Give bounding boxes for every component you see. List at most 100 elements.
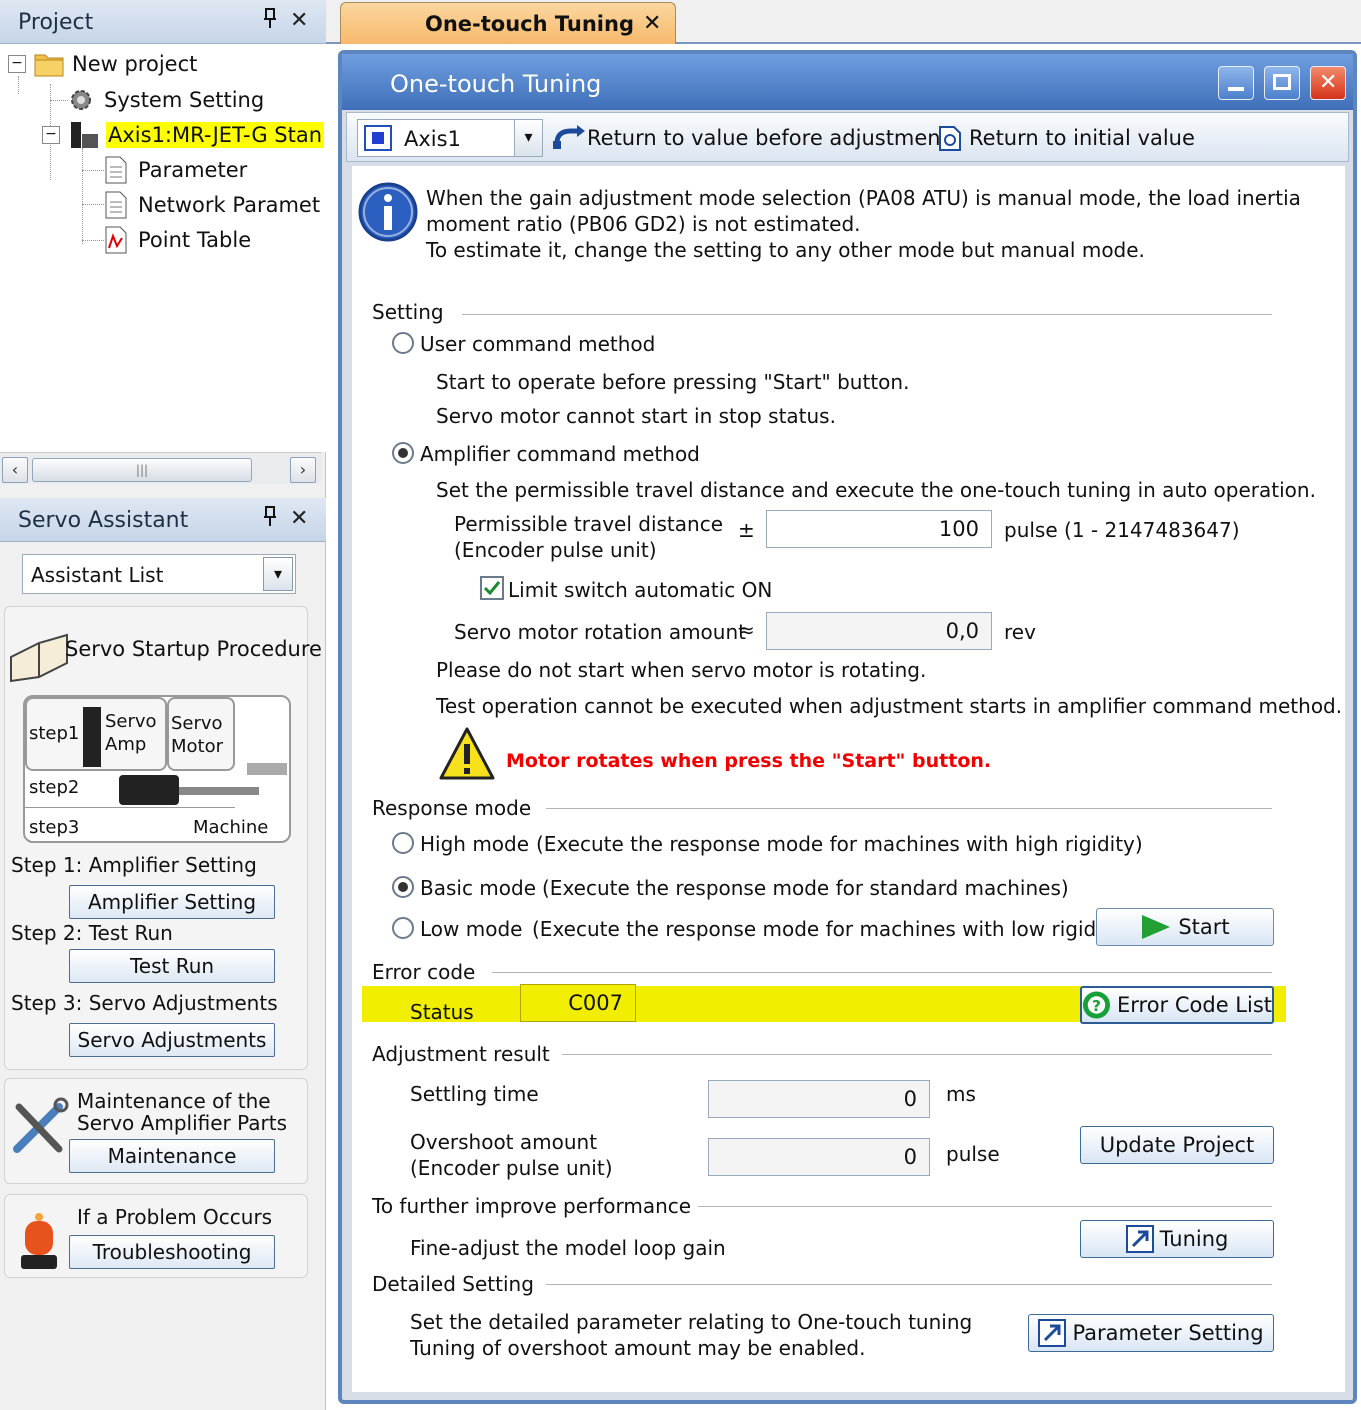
play-icon bbox=[1142, 915, 1171, 939]
return-before-label: Return to value before adjustment bbox=[587, 126, 949, 150]
basic-mode-radio[interactable] bbox=[392, 876, 414, 898]
maintenance-button[interactable]: Maintenance bbox=[69, 1139, 275, 1173]
window-close-icon[interactable]: ✕ bbox=[1310, 66, 1346, 100]
servo-motor-graphic bbox=[119, 775, 179, 805]
tree-item-point-table[interactable]: Point Table bbox=[104, 224, 251, 256]
diagram-step2: step2 bbox=[29, 777, 80, 798]
pin-icon[interactable] bbox=[262, 506, 278, 533]
user-command-radio[interactable] bbox=[392, 332, 414, 354]
low-mode-label[interactable]: Low mode bbox=[420, 919, 522, 939]
collapse-icon[interactable]: − bbox=[8, 55, 26, 73]
chevron-down-icon[interactable]: ▾ bbox=[514, 120, 542, 156]
tree-item-system-setting[interactable]: System Setting bbox=[66, 84, 264, 116]
scroll-thumb[interactable]: ||| bbox=[32, 458, 252, 482]
basic-mode-desc: (Execute the response mode for standard … bbox=[542, 876, 1069, 900]
axis-icon bbox=[364, 125, 392, 151]
machine-graphic bbox=[247, 763, 287, 775]
limit-switch-checkbox[interactable] bbox=[480, 576, 504, 600]
project-panel-header: Project ✕ bbox=[0, 0, 326, 44]
settling-time-unit: ms bbox=[946, 1082, 976, 1106]
tree-item-label: Network Paramet bbox=[138, 193, 321, 217]
amplifier-command-radio[interactable] bbox=[392, 442, 414, 464]
rotation-amount-field: 0,0 bbox=[766, 612, 992, 650]
tree-item-network-parameter[interactable]: Network Paramet bbox=[104, 189, 320, 221]
test-run-button[interactable]: Test Run bbox=[69, 949, 275, 983]
tree-item-parameter[interactable]: Parameter bbox=[104, 154, 247, 186]
servo-adjustments-button[interactable]: Servo Adjustments bbox=[69, 1023, 275, 1057]
tab-one-touch-tuning[interactable]: One-touch Tuning ✕ bbox=[340, 2, 676, 44]
open-link-icon bbox=[1038, 1319, 1067, 1347]
reset-icon bbox=[939, 126, 961, 151]
parameter-setting-button[interactable]: Parameter Setting bbox=[1028, 1314, 1274, 1352]
tuning-button[interactable]: Tuning bbox=[1080, 1220, 1274, 1258]
assistant-list-dropdown[interactable]: Assistant List ▾ bbox=[22, 554, 296, 594]
user-command-desc-1: Start to operate before pressing "Start"… bbox=[436, 370, 910, 394]
return-before-adjustment-button[interactable]: Return to value before adjustment bbox=[553, 119, 949, 157]
amplifier-setting-button[interactable]: Amplifier Setting bbox=[69, 885, 275, 919]
chevron-down-icon[interactable]: ▾ bbox=[263, 557, 293, 591]
high-mode-radio[interactable] bbox=[392, 832, 414, 854]
plusminus-sign: ± bbox=[738, 518, 755, 542]
detailed-desc-1: Set the detailed parameter relating to O… bbox=[410, 1310, 973, 1334]
horizontal-scrollbar[interactable]: ‹ ||| › bbox=[0, 452, 322, 484]
folder-icon bbox=[34, 54, 64, 77]
low-mode-radio[interactable] bbox=[392, 917, 414, 939]
limit-switch-label[interactable]: Limit switch automatic ON bbox=[508, 580, 772, 600]
update-project-button[interactable]: Update Project bbox=[1080, 1126, 1274, 1164]
high-mode-desc: (Execute the response mode for machines … bbox=[536, 832, 1143, 856]
basic-mode-label[interactable]: Basic mode bbox=[420, 878, 536, 898]
travel-distance-label-2: (Encoder pulse unit) bbox=[454, 538, 657, 562]
overshoot-unit: pulse bbox=[946, 1142, 1000, 1166]
axis-select-value: Axis1 bbox=[404, 127, 461, 151]
problem-section: If a Problem Occurs Troubleshooting bbox=[4, 1194, 308, 1278]
error-code-list-button[interactable]: ? Error Code List bbox=[1080, 986, 1274, 1024]
tab-close-icon[interactable]: ✕ bbox=[643, 13, 661, 35]
start-button[interactable]: Start bbox=[1096, 908, 1274, 946]
setting-header: Setting bbox=[372, 300, 444, 324]
tree-item-label: Axis1:MR-JET-G Stan bbox=[106, 122, 325, 148]
start-button-label: Start bbox=[1178, 915, 1230, 939]
svg-text:?: ? bbox=[1092, 997, 1101, 1015]
troubleshooting-button[interactable]: Troubleshooting bbox=[69, 1235, 275, 1269]
travel-distance-input[interactable]: 100 bbox=[766, 510, 992, 548]
pin-icon[interactable] bbox=[262, 8, 278, 35]
diagram-servo-motor: Servo Motor bbox=[171, 713, 224, 757]
gear-icon bbox=[71, 90, 91, 110]
amplifier-command-label[interactable]: Amplifier command method bbox=[420, 444, 700, 464]
user-command-desc-2: Servo motor cannot start in stop status. bbox=[436, 404, 836, 428]
collapse-icon[interactable]: − bbox=[42, 126, 60, 144]
detailed-desc-2: Tuning of overshoot amount may be enable… bbox=[410, 1336, 866, 1360]
scroll-left-icon[interactable]: ‹ bbox=[2, 457, 28, 483]
overshoot-label-2: (Encoder pulse unit) bbox=[410, 1156, 613, 1180]
maintenance-section: Maintenance of the Servo Amplifier Parts… bbox=[4, 1078, 308, 1184]
diagram-servo-amp: Servo Amp bbox=[105, 711, 157, 755]
detailed-setting-header: Detailed Setting bbox=[372, 1272, 534, 1296]
settling-time-label: Settling time bbox=[410, 1082, 539, 1106]
axis-select[interactable]: Axis1 ▾ bbox=[357, 119, 543, 157]
window-titlebar: One-touch Tuning ✕ bbox=[342, 54, 1353, 110]
overshoot-label-1: Overshoot amount bbox=[410, 1130, 598, 1154]
high-mode-label[interactable]: High mode bbox=[420, 834, 529, 854]
tree-item-new-project[interactable]: − New project bbox=[8, 48, 197, 80]
alarm-light-icon bbox=[21, 1213, 57, 1269]
close-icon[interactable]: ✕ bbox=[290, 506, 308, 531]
close-icon[interactable]: ✕ bbox=[290, 8, 308, 33]
maximize-icon[interactable] bbox=[1264, 66, 1300, 100]
rotation-amount-unit: rev bbox=[1004, 620, 1036, 644]
scroll-right-icon[interactable]: › bbox=[290, 457, 316, 483]
step1-label: Step 1: Amplifier Setting bbox=[11, 853, 257, 877]
user-command-label[interactable]: User command method bbox=[420, 334, 655, 354]
problem-title: If a Problem Occurs bbox=[77, 1205, 273, 1229]
tree-item-label: System Setting bbox=[104, 88, 265, 112]
note-1: Please do not start when servo motor is … bbox=[436, 658, 927, 682]
tools-icon bbox=[13, 1097, 69, 1153]
tree-item-label: New project bbox=[72, 52, 198, 76]
info-icon bbox=[358, 182, 418, 242]
low-mode-desc: (Execute the response mode for machines … bbox=[532, 917, 1130, 941]
diagram-step1: step1 bbox=[29, 723, 80, 744]
return-initial-value-button[interactable]: Return to initial value bbox=[937, 119, 1195, 157]
help-icon: ? bbox=[1082, 991, 1111, 1019]
tree-item-axis1[interactable]: − Axis1:MR-JET-G Stan bbox=[42, 119, 325, 151]
minimize-icon[interactable] bbox=[1218, 66, 1254, 100]
status-label: Status bbox=[410, 1000, 474, 1024]
